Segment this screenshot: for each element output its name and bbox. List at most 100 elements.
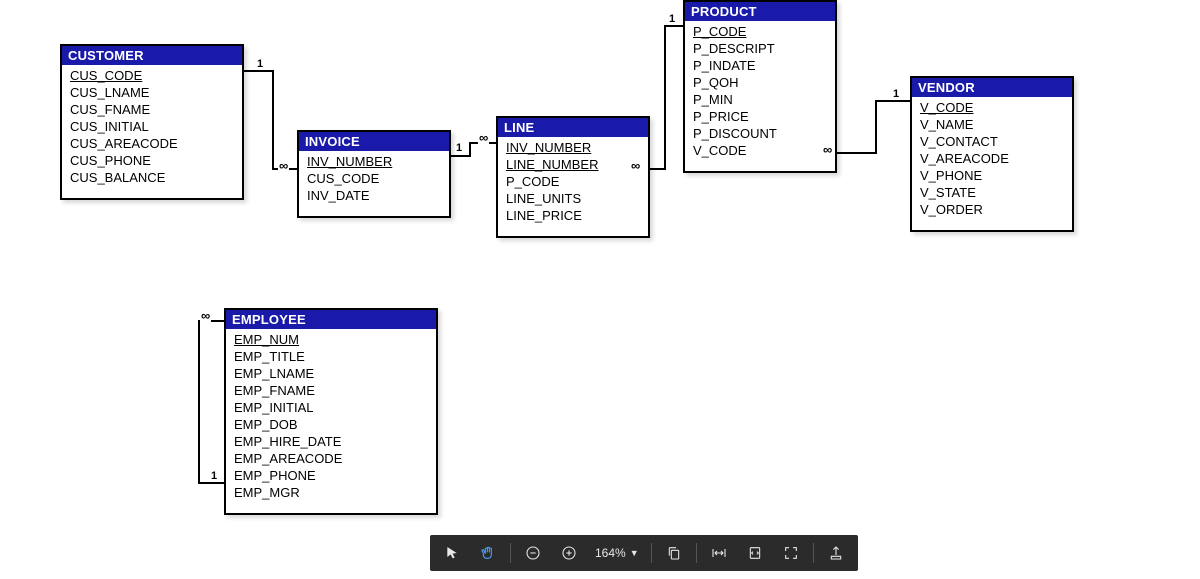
cardinality-one: 1	[668, 13, 676, 25]
entity-vendor[interactable]: VENDOR V_CODE V_NAME V_CONTACT V_AREACOD…	[910, 76, 1074, 232]
relationship-line	[875, 100, 877, 154]
field: CUS_LNAME	[62, 84, 242, 101]
field-pk: LINE_NUMBER	[498, 156, 648, 173]
field-pk: INV_NUMBER	[299, 153, 449, 170]
field: EMP_AREACODE	[226, 450, 436, 467]
field: EMP_LNAME	[226, 365, 436, 382]
entity-employee[interactable]: EMPLOYEE EMP_NUM EMP_TITLE EMP_LNAME EMP…	[224, 308, 438, 515]
plus-circle-icon	[561, 545, 577, 561]
zoom-value: 164%	[595, 546, 626, 560]
field: P_DISCOUNT	[685, 125, 835, 142]
relationship-line	[272, 70, 274, 170]
field: CUS_INITIAL	[62, 118, 242, 135]
entity-customer[interactable]: CUSTOMER CUS_CODE CUS_LNAME CUS_FNAME CU…	[60, 44, 244, 200]
separator	[696, 543, 697, 563]
relationship-line	[664, 25, 666, 170]
field: EMP_HIRE_DATE	[226, 433, 436, 450]
pointer-tool-button[interactable]	[438, 539, 466, 567]
field: CUS_BALANCE	[62, 169, 242, 186]
fit-page-icon	[747, 545, 763, 561]
relationship-line	[242, 70, 272, 72]
erd-canvas: CUSTOMER CUS_CODE CUS_LNAME CUS_FNAME CU…	[0, 0, 1200, 579]
entity-product[interactable]: PRODUCT P_CODE P_DESCRIPT P_INDATE P_QOH…	[683, 0, 837, 173]
export-button[interactable]	[822, 539, 850, 567]
field: EMP_PHONE	[226, 467, 436, 484]
field: EMP_TITLE	[226, 348, 436, 365]
field: EMP_DOB	[226, 416, 436, 433]
field: P_DESCRIPT	[685, 40, 835, 57]
relationship-line	[875, 100, 910, 102]
zoom-level[interactable]: 164% ▼	[591, 546, 643, 560]
entity-title: INVOICE	[299, 132, 449, 151]
field: CUS_PHONE	[62, 152, 242, 169]
entity-title: PRODUCT	[685, 2, 835, 21]
cardinality-many: ∞	[822, 142, 833, 157]
cardinality-many: ∞	[478, 130, 489, 145]
field-pk: P_CODE	[685, 23, 835, 40]
fullscreen-button[interactable]	[777, 539, 805, 567]
field: EMP_INITIAL	[226, 399, 436, 416]
field: INV_NUMBER	[498, 139, 648, 156]
relationship-line	[198, 320, 200, 482]
field: INV_DATE	[299, 187, 449, 204]
relationship-line	[469, 142, 471, 157]
field: V_PHONE	[912, 167, 1072, 184]
fit-page-button[interactable]	[741, 539, 769, 567]
relationship-line	[449, 155, 469, 157]
field: V_NAME	[912, 116, 1072, 133]
field: P_QOH	[685, 74, 835, 91]
field: CUS_AREACODE	[62, 135, 242, 152]
minus-circle-icon	[525, 545, 541, 561]
zoom-out-button[interactable]	[519, 539, 547, 567]
pointer-icon	[444, 545, 460, 561]
field: V_CONTACT	[912, 133, 1072, 150]
field-pk: EMP_NUM	[226, 331, 436, 348]
export-icon	[828, 545, 844, 561]
viewer-toolbar: 164% ▼	[430, 535, 858, 571]
entity-line[interactable]: LINE INV_NUMBER LINE_NUMBER P_CODE LINE_…	[496, 116, 650, 238]
field: EMP_FNAME	[226, 382, 436, 399]
separator	[510, 543, 511, 563]
field: V_AREACODE	[912, 150, 1072, 167]
fit-width-icon	[711, 545, 727, 561]
cardinality-many: ∞	[278, 158, 289, 173]
field: EMP_MGR	[226, 484, 436, 501]
field: P_MIN	[685, 91, 835, 108]
entity-title: VENDOR	[912, 78, 1072, 97]
fullscreen-icon	[783, 545, 799, 561]
field: P_CODE	[498, 173, 648, 190]
entity-body: EMP_NUM EMP_TITLE EMP_LNAME EMP_FNAME EM…	[226, 329, 436, 513]
entity-title: EMPLOYEE	[226, 310, 436, 329]
copy-button[interactable]	[660, 539, 688, 567]
entity-invoice[interactable]: INVOICE INV_NUMBER CUS_CODE INV_DATE	[297, 130, 451, 218]
cardinality-one: 1	[210, 470, 218, 482]
entity-title: CUSTOMER	[62, 46, 242, 65]
relationship-line	[664, 25, 683, 27]
cardinality-one: 1	[256, 58, 264, 70]
entity-body: INV_NUMBER CUS_CODE INV_DATE	[299, 151, 449, 216]
zoom-in-button[interactable]	[555, 539, 583, 567]
separator	[651, 543, 652, 563]
cardinality-one: 1	[892, 88, 900, 100]
field-pk: V_CODE	[912, 99, 1072, 116]
cardinality-many: ∞	[630, 158, 641, 173]
fit-width-button[interactable]	[705, 539, 733, 567]
entity-title: LINE	[498, 118, 648, 137]
copy-icon	[666, 545, 682, 561]
caret-down-icon: ▼	[630, 548, 639, 558]
field: CUS_CODE	[299, 170, 449, 187]
relationship-line	[198, 482, 224, 484]
field: LINE_PRICE	[498, 207, 648, 224]
entity-body: P_CODE P_DESCRIPT P_INDATE P_QOH P_MIN P…	[685, 21, 835, 171]
hand-icon	[480, 545, 496, 561]
field: V_ORDER	[912, 201, 1072, 218]
hand-tool-button[interactable]	[474, 539, 502, 567]
cardinality-one: 1	[455, 142, 463, 154]
entity-body: V_CODE V_NAME V_CONTACT V_AREACODE V_PHO…	[912, 97, 1072, 230]
field: V_CODE	[685, 142, 835, 159]
field: P_PRICE	[685, 108, 835, 125]
field: LINE_UNITS	[498, 190, 648, 207]
field: P_INDATE	[685, 57, 835, 74]
entity-body: INV_NUMBER LINE_NUMBER P_CODE LINE_UNITS…	[498, 137, 648, 236]
cardinality-many: ∞	[200, 308, 211, 323]
